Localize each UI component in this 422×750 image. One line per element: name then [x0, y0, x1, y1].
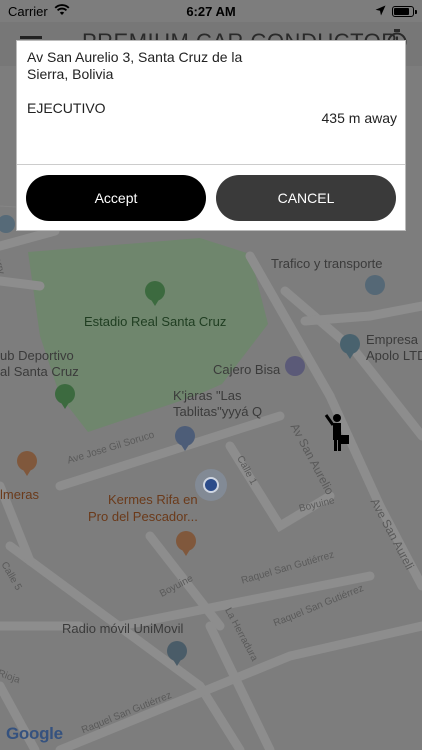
- place-label-estadio: Estadio Real Santa Cruz: [84, 314, 227, 329]
- cancel-button[interactable]: CANCEL: [216, 175, 396, 221]
- status-bar: Carrier 6:27 AM: [0, 0, 422, 22]
- location-arrow-icon: [375, 4, 386, 19]
- current-location-dot: [203, 477, 219, 493]
- place-label-club-2: al Santa Cruz: [0, 364, 79, 379]
- passenger-distance: 435 m away: [321, 110, 397, 126]
- place-label-kermes-1: Kermes Rifa en: [108, 492, 198, 507]
- place-label-empresa-2: Apolo LTD: [366, 348, 422, 363]
- place-label-trafico: Trafico y transporte: [271, 256, 383, 271]
- battery-icon: [392, 5, 417, 17]
- place-label-cajero: Cajero Bisa: [213, 362, 281, 377]
- ride-request-dialog: Av San Aurelio 3, Santa Cruz de la Sierr…: [16, 40, 406, 231]
- place-label-kjaras-2: Tablitas"yyyá Q: [173, 404, 263, 419]
- place-label-club-1: ub Deportivo: [0, 348, 74, 363]
- accept-button[interactable]: Accept: [26, 175, 206, 221]
- place-label-kermes-2: Pro del Pescador...: [88, 509, 198, 524]
- place-label-kjaras-1: K'jaras "Las: [173, 388, 242, 403]
- status-time: 6:27 AM: [186, 3, 236, 19]
- dialog-divider: [17, 164, 405, 165]
- place-label-empresa-1: Empresa: [366, 332, 419, 347]
- pickup-address: Av San Aurelio 3, Santa Cruz de la Sierr…: [27, 49, 243, 82]
- ride-category: EJECUTIVO: [27, 100, 106, 116]
- place-label-almeras: lmeras: [0, 487, 40, 502]
- wifi-icon: [54, 3, 70, 19]
- google-logo: Google: [6, 724, 63, 743]
- place-label-radio: Radio móvil UniMovil: [62, 621, 184, 636]
- carrier-label: Carrier: [8, 3, 48, 19]
